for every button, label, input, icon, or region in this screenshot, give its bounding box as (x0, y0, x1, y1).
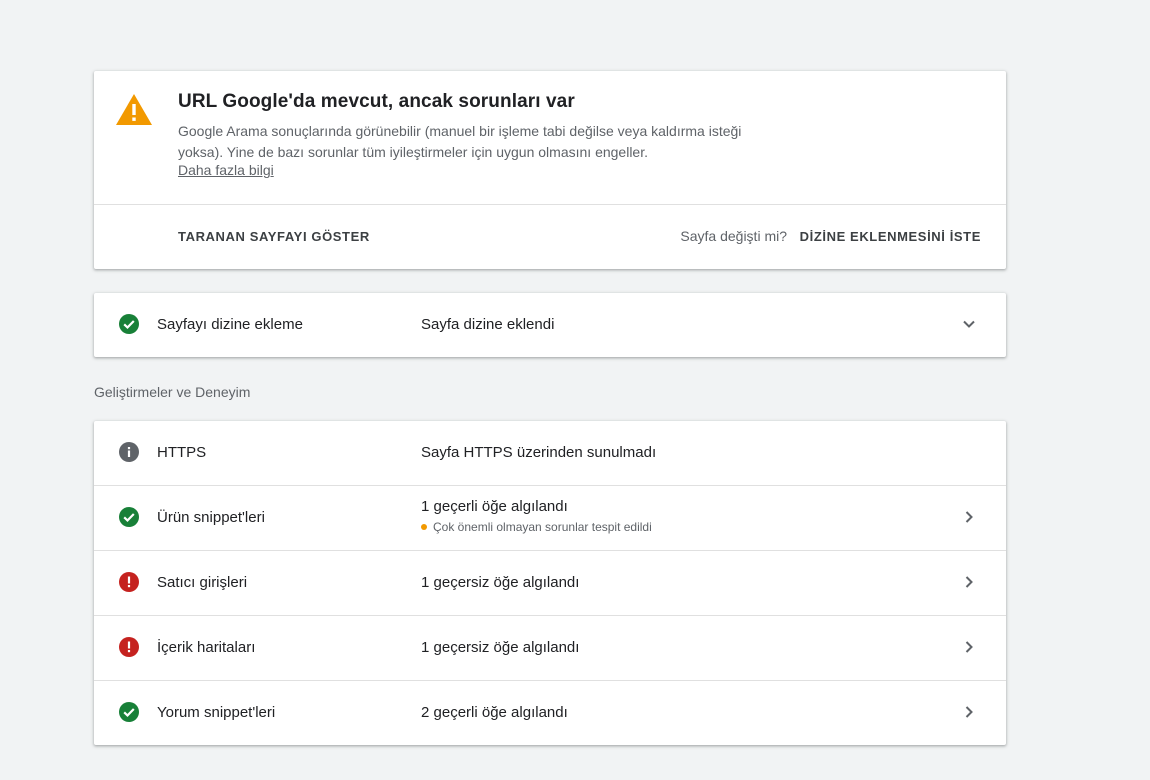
view-crawled-page-button[interactable]: TARANAN SAYFAYI GÖSTER (178, 229, 370, 244)
enhancement-row-product-snippets[interactable]: Ürün snippet'leri 1 geçerli öğe algıland… (94, 485, 1006, 550)
summary-title: URL Google'da mevcut, ancak sorunları va… (178, 91, 575, 112)
enhancements-heading: Geliştirmeler ve Deneyim (94, 384, 251, 400)
minor-issue-dot (421, 524, 427, 530)
indexing-row[interactable]: Sayfayı dizine ekleme Sayfa dizine eklen… (94, 293, 1006, 357)
enhancement-row-merchant-listings[interactable]: Satıcı girişleri 1 geçersiz öğe algıland… (94, 550, 1006, 615)
divider (94, 204, 1006, 205)
request-indexing-button[interactable]: DİZİNE EKLENMESİNİ İSTE (800, 229, 981, 244)
minor-issues-note: Çok önemli olmayan sorunlar tespit edild… (421, 520, 652, 534)
enhancement-status: 1 geçersiz öğe algılandı (421, 639, 580, 656)
indexing-card[interactable]: Sayfayı dizine ekleme Sayfa dizine eklen… (94, 293, 1006, 357)
indexing-label: Sayfayı dizine ekleme (157, 316, 303, 333)
check-circle-icon (119, 702, 139, 722)
enhancement-row-breadcrumbs[interactable]: İçerik haritaları 1 geçersiz öğe algılan… (94, 615, 1006, 680)
chevron-right-icon[interactable] (960, 508, 978, 526)
indexing-status: Sayfa dizine eklendi (421, 316, 555, 333)
enhancements-card: HTTPS Sayfa HTTPS üzerinden sunulmadı Ür… (94, 421, 1006, 745)
error-icon (119, 637, 139, 657)
enhancement-status: 1 geçersiz öğe algılandı (421, 574, 580, 591)
warning-icon (116, 94, 152, 125)
enhancement-row-review-snippets[interactable]: Yorum snippet'leri 2 geçerli öğe algılan… (94, 680, 1006, 745)
status-summary-card: URL Google'da mevcut, ancak sorunları va… (94, 71, 1006, 269)
learn-more-link[interactable]: Daha fazla bilgi (178, 162, 274, 178)
chevron-right-icon[interactable] (960, 703, 978, 721)
enhancement-label: Yorum snippet'leri (157, 704, 276, 721)
enhancement-label: Satıcı girişleri (157, 574, 248, 591)
enhancement-status: Sayfa HTTPS üzerinden sunulmadı (421, 444, 657, 461)
enhancement-row-https: HTTPS Sayfa HTTPS üzerinden sunulmadı (94, 421, 1006, 485)
info-icon (119, 442, 139, 462)
check-circle-icon (119, 507, 139, 527)
page-changed-label: Sayfa değişti mi? (680, 228, 787, 244)
enhancement-status: 1 geçerli öğe algılandı (421, 498, 568, 515)
enhancement-status: 2 geçerli öğe algılandı (421, 704, 568, 721)
summary-description: Google Arama sonuçlarında görünebilir (m… (178, 123, 742, 160)
enhancement-label: Ürün snippet'leri (157, 509, 265, 526)
check-circle-icon (119, 314, 139, 334)
enhancement-label: İçerik haritaları (157, 639, 256, 656)
chevron-right-icon[interactable] (960, 638, 978, 656)
chevron-down-icon[interactable] (960, 315, 978, 333)
minor-issues-text: Çok önemli olmayan sorunlar tespit edild… (433, 520, 652, 534)
error-icon (119, 572, 139, 592)
chevron-right-icon[interactable] (960, 573, 978, 591)
enhancement-label: HTTPS (157, 444, 207, 461)
